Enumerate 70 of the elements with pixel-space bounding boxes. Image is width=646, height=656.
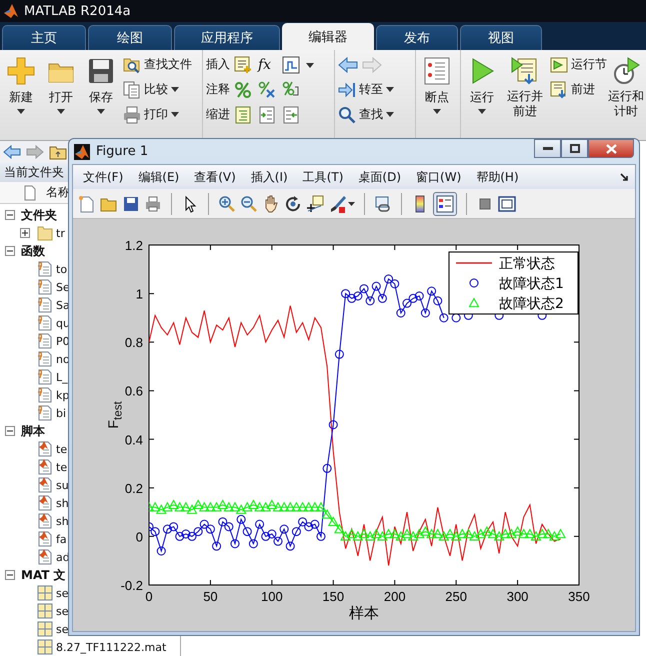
legend-label: 正常状态 <box>499 256 555 272</box>
breakpoints-button[interactable]: 断点 <box>419 54 455 114</box>
ribbon-tab[interactable]: 应用程序 <box>174 25 280 50</box>
x-tick-label: 200 <box>384 589 406 604</box>
y-tick-label: 0.6 <box>124 384 143 399</box>
menu-item[interactable]: 窗口(W) <box>416 168 462 186</box>
legend-label: 故障状态2 <box>499 296 564 312</box>
menu-item[interactable]: 工具(T) <box>302 168 344 186</box>
save-button[interactable]: 保存 <box>83 54 119 114</box>
file-name[interactable]: tr <box>56 226 65 240</box>
y-tick-label: -0.2 <box>120 578 143 593</box>
find-button[interactable]: 查找 <box>338 104 394 125</box>
menu-item[interactable]: 查看(V) <box>194 168 236 186</box>
run-button[interactable]: 运行 <box>464 54 500 114</box>
file-name[interactable]: fa <box>56 532 67 546</box>
file-name[interactable]: L_ <box>56 370 68 384</box>
file-name[interactable]: te <box>56 442 68 456</box>
indent-button[interactable]: 缩进 <box>206 104 230 125</box>
file-name[interactable]: su <box>56 478 69 492</box>
new-button[interactable]: 新建 <box>3 54 39 114</box>
run-section-button[interactable]: 运行节 <box>550 54 607 75</box>
ribbon-tab[interactable]: 绘图 <box>88 25 172 50</box>
insert-function-icon[interactable]: fx <box>258 56 276 74</box>
group-header[interactable]: 文件夹 <box>21 206 57 224</box>
x-axis-label: 样本 <box>349 604 379 622</box>
menu-item[interactable]: 插入(I) <box>250 168 288 186</box>
file-name[interactable]: se <box>56 622 68 636</box>
insert-button[interactable]: 插入 <box>206 54 230 75</box>
figure-title: Figure 1 <box>96 144 148 159</box>
file-name[interactable]: te <box>56 460 68 474</box>
x-tick-label: 350 <box>568 589 590 604</box>
group-header[interactable]: MAT 文 <box>21 566 66 584</box>
ribbon-tab[interactable]: 视图 <box>460 25 542 50</box>
file-name[interactable]: se <box>56 586 68 600</box>
run-and-time-button[interactable]: 运行和计时 <box>609 54 643 119</box>
x-tick-label: 250 <box>445 589 467 604</box>
print-button[interactable]: 打印 <box>123 104 192 125</box>
open-button[interactable]: 打开 <box>43 54 79 114</box>
y-tick-label: 1.2 <box>124 238 143 253</box>
menu-item[interactable]: 桌面(D) <box>358 168 402 186</box>
x-tick-label: 300 <box>506 589 528 604</box>
group-header[interactable]: 脚本 <box>21 422 45 440</box>
x-tick-label: 50 <box>203 589 218 604</box>
y-tick-label: 0.8 <box>124 335 143 350</box>
x-tick-label: 100 <box>261 589 283 604</box>
file-name[interactable]: 8.27_TF111222.mat <box>56 640 166 654</box>
file-name[interactable]: to <box>56 262 68 276</box>
ribbon-tab[interactable]: 主页 <box>2 25 86 50</box>
ribbon-tab[interactable]: 编辑器 <box>282 23 374 50</box>
y-tick-label: 0 <box>136 529 143 544</box>
compare-button[interactable]: 比较 <box>123 79 192 100</box>
file-name[interactable]: bi <box>56 406 66 420</box>
file-name[interactable]: sh <box>56 496 69 510</box>
file-name[interactable]: sh <box>56 514 69 528</box>
go-to-button[interactable]: 转至 <box>338 79 394 100</box>
y-tick-label: 0.4 <box>124 432 143 448</box>
x-tick-label: 150 <box>322 589 344 604</box>
ribbon-tab[interactable]: 发布 <box>376 25 458 50</box>
menu-item[interactable]: 帮助(H) <box>476 168 519 186</box>
find-files-button[interactable]: 查找文件 <box>123 54 192 75</box>
group-header[interactable]: 函数 <box>21 242 45 260</box>
advance-button[interactable]: 前进 <box>550 79 607 100</box>
window-title: MATLAB R2014a <box>24 4 131 18</box>
file-name[interactable]: se <box>56 604 68 618</box>
comment-button[interactable]: 注释 <box>206 79 230 100</box>
y-tick-label: 1 <box>136 286 143 302</box>
x-tick-label: 0 <box>145 589 153 604</box>
legend-label: 故障状态1 <box>499 276 564 292</box>
y-tick-label: 0.2 <box>124 480 143 496</box>
run-and-advance-button[interactable]: 运行并前进 <box>502 54 548 119</box>
